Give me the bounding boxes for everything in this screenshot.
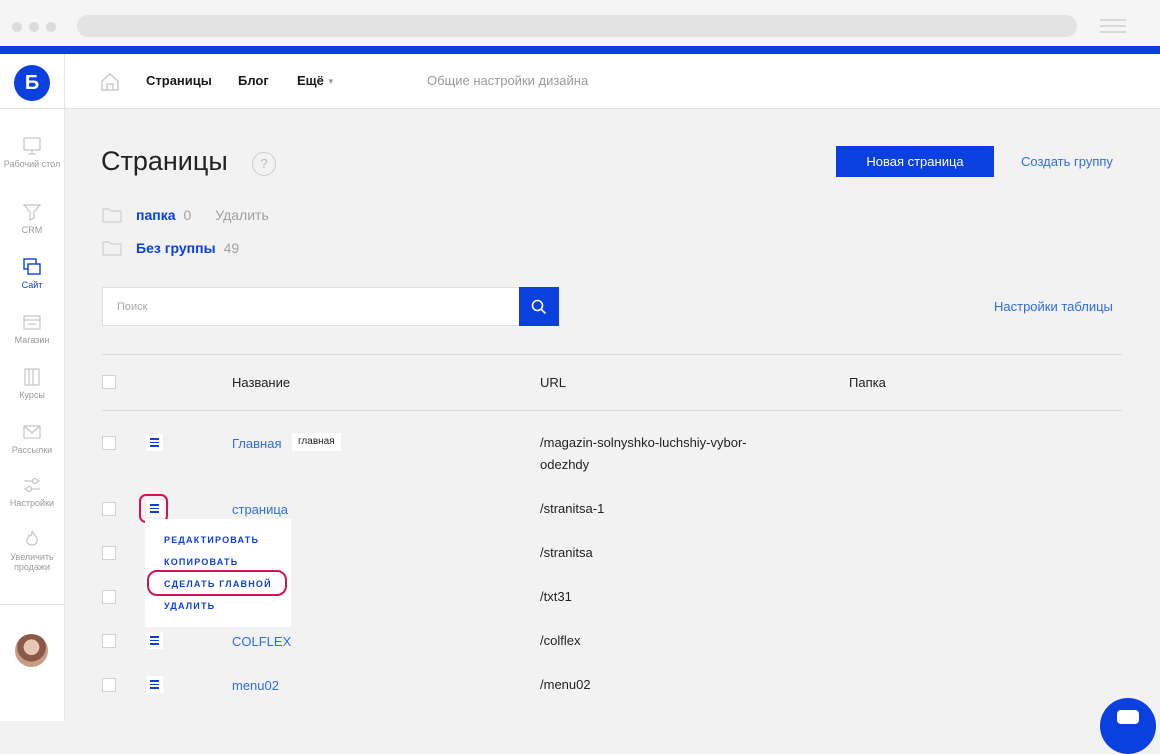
row-menu-button[interactable] <box>146 632 163 649</box>
sidebar-item-label: Увеличить продажи <box>10 552 54 572</box>
sidebar-item-boost-sales[interactable]: Увеличить продажи <box>0 529 64 572</box>
menu-item-edit[interactable]: РЕДАКТИРОВАТЬ <box>164 535 259 545</box>
home-icon[interactable] <box>100 72 120 92</box>
folder-row: Без группы 49 <box>102 239 239 257</box>
sidebar-item-courses[interactable]: Курсы <box>0 367 64 400</box>
page-url: /menu02 <box>540 677 591 692</box>
sidebar-item-label: Курсы <box>19 390 45 400</box>
home-page-badge: главная <box>292 433 341 451</box>
create-group-link[interactable]: Создать группу <box>1021 154 1113 169</box>
browser-chrome <box>0 0 1160 46</box>
sidebar-item-crm[interactable]: CRM <box>0 202 64 235</box>
page-url: /colflex <box>540 633 581 648</box>
divider <box>0 604 64 605</box>
funnel-icon <box>22 204 42 221</box>
divider <box>102 354 1122 355</box>
row-menu-button[interactable] <box>146 676 163 693</box>
caret-down-icon: ▼ <box>326 77 335 87</box>
search-button[interactable] <box>519 287 559 326</box>
sidebar-item-label: Сайт <box>21 280 43 290</box>
book-icon <box>24 368 40 386</box>
select-all-checkbox[interactable] <box>102 375 116 389</box>
menu-item-make-home[interactable]: СДЕЛАТЬ ГЛАВНОЙ <box>164 579 272 589</box>
folder-name[interactable]: папка <box>136 207 176 223</box>
sidebar-item-store[interactable]: Магазин <box>0 312 64 345</box>
nav-pages[interactable]: Страницы <box>146 73 212 88</box>
window-dot <box>12 22 22 32</box>
table-settings-link[interactable]: Настройки таблицы <box>994 299 1113 314</box>
envelope-icon <box>23 425 41 439</box>
address-bar[interactable] <box>77 15 1077 37</box>
menu-item-copy[interactable]: КОПИРОВАТЬ <box>164 557 238 567</box>
page-name-link[interactable]: menu02 <box>232 678 279 693</box>
row-checkbox[interactable] <box>102 634 116 648</box>
top-navigation: Страницы Блог Ещё ▼ Общие настройки дизай… <box>65 54 1160 109</box>
menu-item-delete[interactable]: УДАЛИТЬ <box>164 601 215 611</box>
page-name-link[interactable]: COLFLEX <box>232 634 291 649</box>
folder-count: 49 <box>223 240 240 256</box>
monitor-icon <box>23 137 41 155</box>
sidebar-item-label: CRM <box>21 225 43 235</box>
folder-icon <box>102 241 122 256</box>
row-checkbox[interactable] <box>102 546 116 560</box>
flame-icon <box>26 530 38 546</box>
row-checkbox[interactable] <box>102 502 116 516</box>
sidebar-item-label: Рабочий стол <box>3 159 61 169</box>
chat-widget-icon[interactable] <box>1100 698 1156 754</box>
window-dot <box>46 22 56 32</box>
search-icon <box>531 299 547 314</box>
nav-design-settings[interactable]: Общие настройки дизайна <box>427 73 588 88</box>
store-icon <box>23 315 41 330</box>
column-header-url[interactable]: URL <box>540 375 566 390</box>
sidebar-item-desktop[interactable]: Рабочий стол <box>0 136 64 169</box>
nav-blog[interactable]: Блог <box>238 73 269 88</box>
divider <box>0 108 64 109</box>
page-url-continued: odezhdy <box>540 457 590 472</box>
row-checkbox[interactable] <box>102 436 116 450</box>
page-url: /magazin-solnyshko-luchshiy-vybor- <box>540 435 747 450</box>
nav-more[interactable]: Ещё ▼ <box>297 73 335 88</box>
search-input[interactable] <box>103 288 520 325</box>
folder-name[interactable]: Без группы <box>136 240 216 256</box>
column-header-folder[interactable]: Папка <box>849 375 886 390</box>
folder-icon <box>102 208 122 223</box>
windows-icon <box>23 258 41 275</box>
sidebar-item-label: Рассылки <box>11 445 53 455</box>
help-icon[interactable]: ? <box>252 152 276 176</box>
row-checkbox[interactable] <box>102 590 116 604</box>
sidebar-item-mailings[interactable]: Рассылки <box>0 422 64 455</box>
sidebar: Б Рабочий стол CRM Сайт Магазин Курсы Ра… <box>0 54 65 721</box>
page-name-link[interactable]: страница <box>232 502 288 517</box>
row-context-menu: РЕДАКТИРОВАТЬ КОПИРОВАТЬ СДЕЛАТЬ ГЛАВНОЙ… <box>145 519 291 627</box>
row-menu-button[interactable] <box>146 434 163 451</box>
folder-count: 0 <box>183 207 192 223</box>
logo[interactable]: Б <box>14 65 50 101</box>
sidebar-item-site[interactable]: Сайт <box>0 257 64 290</box>
page-url: /stranitsa <box>540 545 593 560</box>
new-page-button[interactable]: Новая страница <box>836 146 994 177</box>
sidebar-item-label: Настройки <box>9 498 55 508</box>
page-url: /txt31 <box>540 589 572 604</box>
divider <box>102 410 1122 411</box>
search-box <box>102 287 520 326</box>
accent-stripe <box>0 46 1160 54</box>
sidebar-item-label: Магазин <box>14 335 50 345</box>
nav-more-label: Ещё <box>297 73 324 88</box>
row-checkbox[interactable] <box>102 678 116 692</box>
page-url: /stranitsa-1 <box>540 501 605 516</box>
page-name-link[interactable]: Главная <box>232 436 281 451</box>
window-dot <box>29 22 39 32</box>
folder-row: папка 0 Удалить <box>102 206 269 224</box>
column-header-name[interactable]: Название <box>232 375 290 390</box>
sliders-icon <box>24 477 40 493</box>
folder-delete-link[interactable]: Удалить <box>215 207 268 223</box>
avatar[interactable] <box>15 634 48 667</box>
sidebar-item-settings[interactable]: Настройки <box>0 475 64 508</box>
page-title: Страницы <box>101 146 228 176</box>
